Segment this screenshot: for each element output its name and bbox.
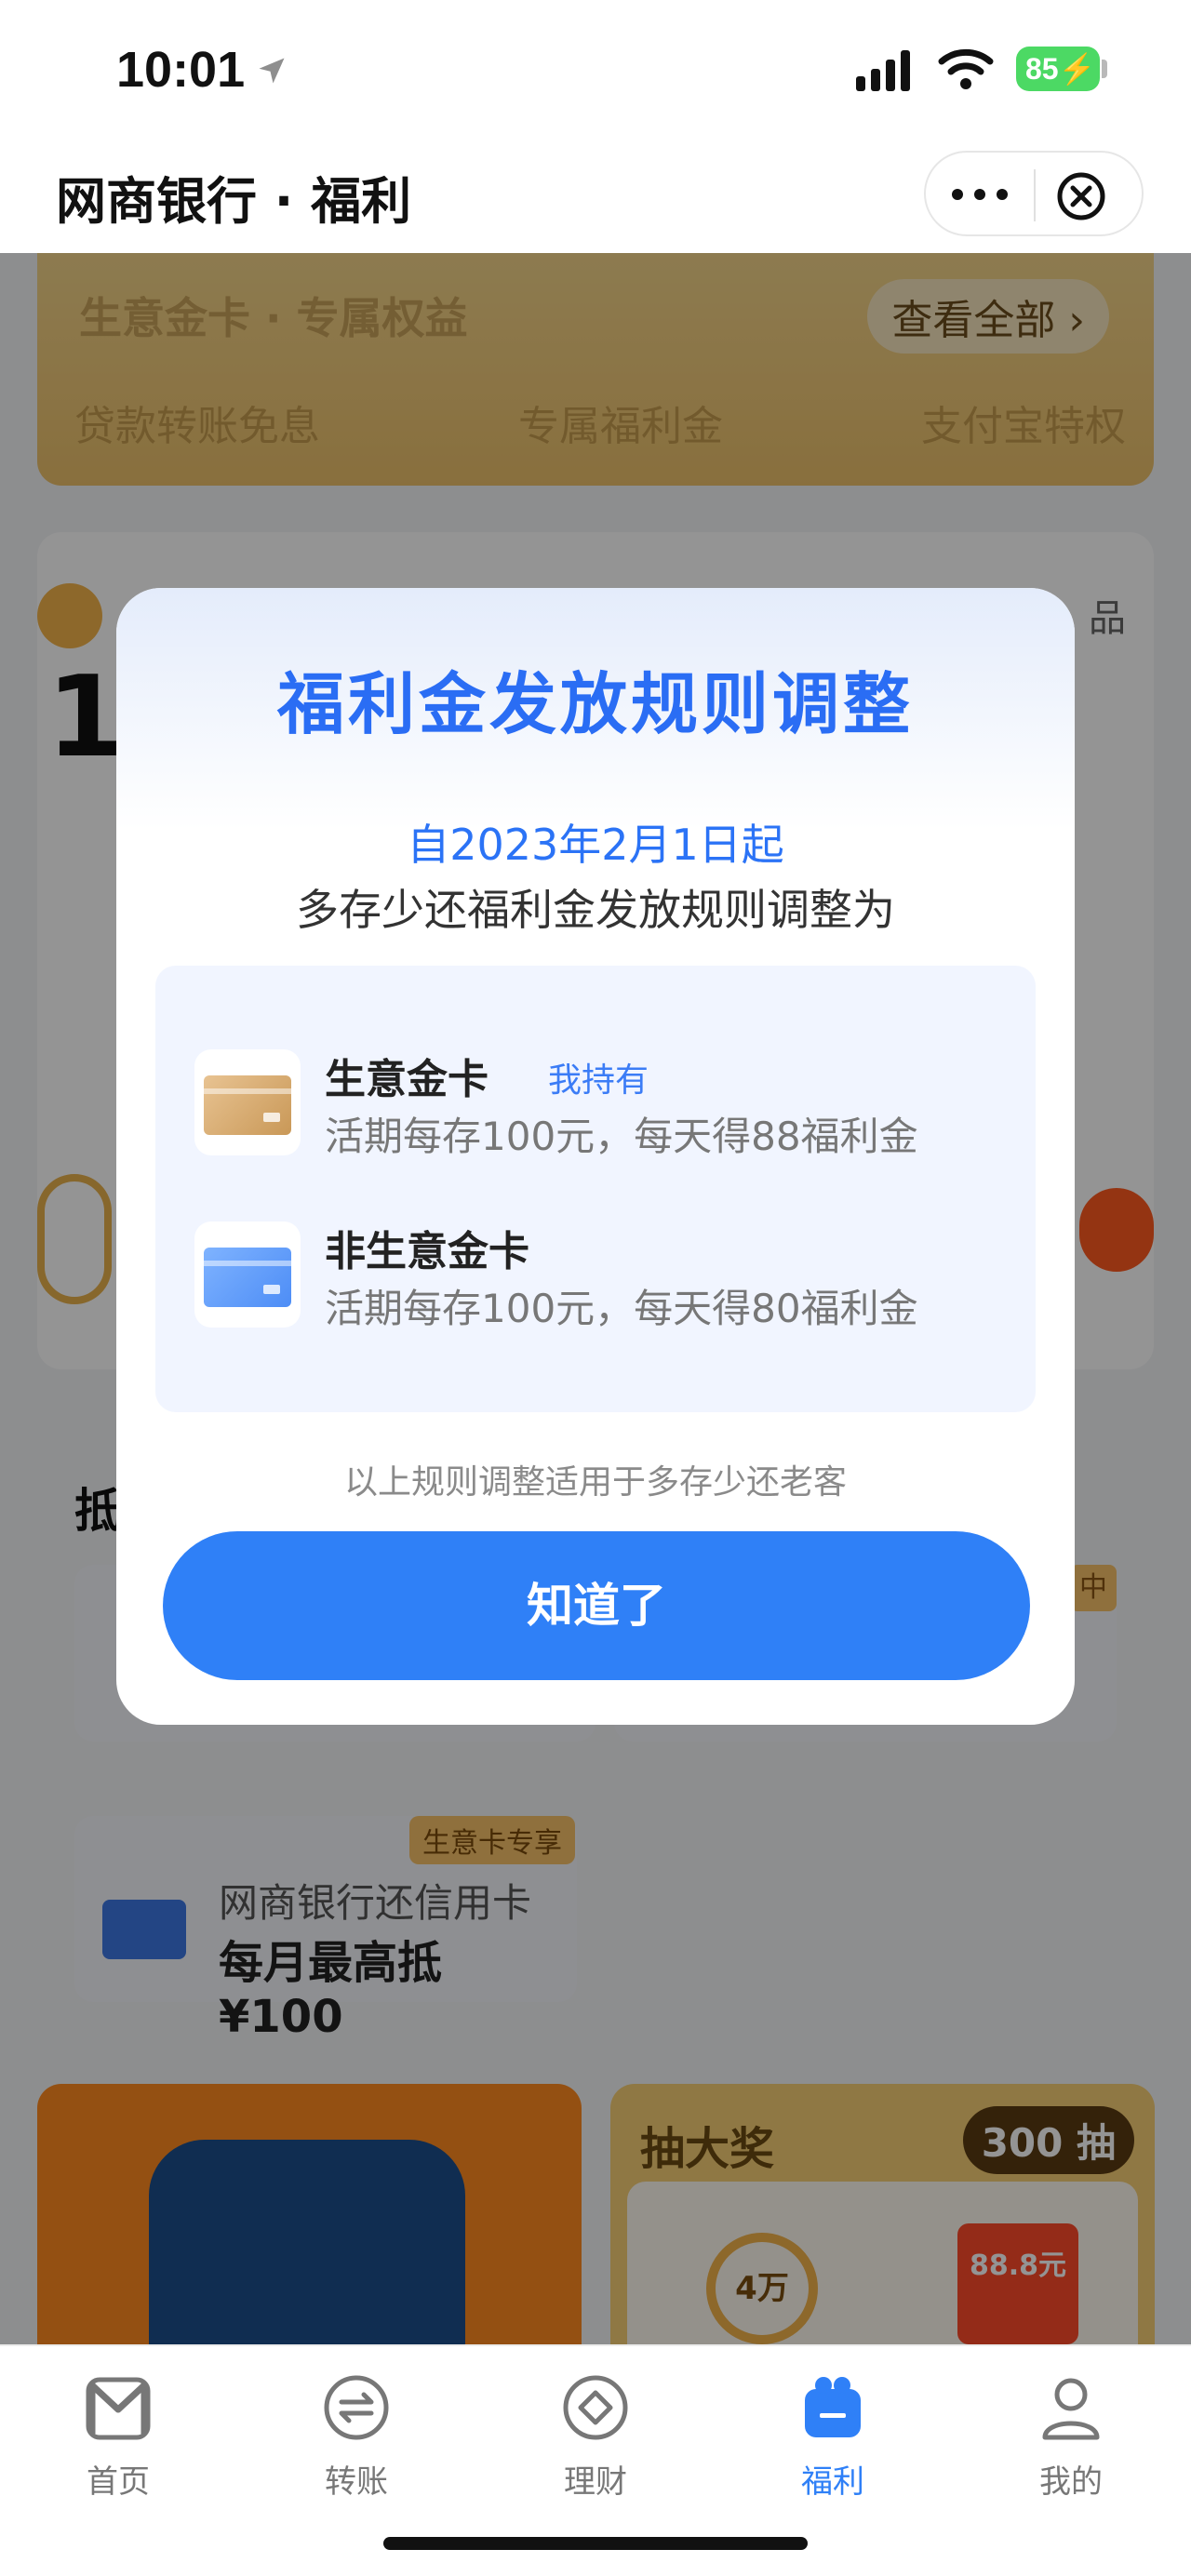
- tab-profile[interactable]: 我的: [1001, 2361, 1141, 2510]
- gift-icon: [805, 2377, 861, 2437]
- got-it-button[interactable]: 知道了: [163, 1531, 1030, 1680]
- more-dots-icon[interactable]: [946, 180, 1013, 208]
- transfer-icon: [324, 2375, 389, 2440]
- finance-icon: [563, 2375, 628, 2440]
- rule-description: 活期每存100元，每天得88福利金: [325, 1114, 918, 1159]
- home-indicator: [383, 2537, 808, 2550]
- tab-label: 福利: [801, 2463, 864, 2501]
- page-title: 网商银行 · 福利: [56, 172, 412, 231]
- tab-finance[interactable]: 理财: [526, 2361, 665, 2510]
- blue-card-icon: [194, 1221, 301, 1328]
- mini-program-capsule: [924, 151, 1144, 236]
- rule-non-gold-card: 非生意金卡 活期每存100元，每天得80福利金: [194, 1221, 1032, 1361]
- title-bar: 网商银行 · 福利: [0, 140, 1191, 253]
- rule-gold-card: 生意金卡 我持有 活期每存100元，每天得88福利金: [194, 1049, 1032, 1189]
- tab-home[interactable]: 首页: [48, 2361, 188, 2510]
- tab-label: 我的: [1039, 2463, 1103, 2501]
- profile-icon: [1042, 2378, 1100, 2440]
- tab-transfer[interactable]: 转账: [287, 2361, 426, 2510]
- rules-panel: 生意金卡 我持有 活期每存100元，每天得88福利金 非生意金卡 活期每存100…: [155, 966, 1036, 1412]
- battery-level: 85: [1025, 52, 1059, 86]
- card-image: [204, 1248, 291, 1307]
- rule-name: 非生意金卡: [325, 1228, 529, 1275]
- dialog-note: 以上规则调整适用于多存少还老客: [343, 1463, 847, 1502]
- location-arrow-icon: [259, 58, 285, 84]
- status-time: 10:01: [116, 42, 246, 98]
- owned-tag: 我持有: [548, 1061, 649, 1100]
- home-m-icon: [86, 2377, 151, 2440]
- tab-label: 转账: [325, 2463, 388, 2501]
- dialog-title: 福利金发放规则调整: [276, 665, 914, 743]
- status-bar: 10:01 85⚡: [0, 0, 1191, 140]
- cellular-signal-icon: [856, 50, 910, 91]
- close-circle-icon[interactable]: [1056, 171, 1106, 221]
- battery-cap: [1102, 60, 1107, 78]
- effective-date: 自2023年2月1日起: [407, 820, 784, 870]
- battery-indicator: 85⚡: [1016, 47, 1100, 91]
- tab-label: 理财: [564, 2463, 627, 2501]
- dialog-subtitle: 多存少还福利金发放规则调整为: [296, 885, 895, 935]
- capsule-divider: [1034, 169, 1036, 221]
- tab-label: 首页: [87, 2463, 150, 2501]
- tab-welfare[interactable]: 福利: [763, 2361, 903, 2510]
- rule-description: 活期每存100元，每天得80福利金: [325, 1286, 918, 1331]
- gold-card-icon: [194, 1049, 301, 1155]
- card-image: [204, 1075, 291, 1135]
- rule-change-dialog: 福利金发放规则调整 自2023年2月1日起 多存少还福利金发放规则调整为 生意金…: [116, 588, 1075, 1725]
- rule-name: 生意金卡: [325, 1056, 488, 1103]
- wifi-icon: [938, 48, 994, 89]
